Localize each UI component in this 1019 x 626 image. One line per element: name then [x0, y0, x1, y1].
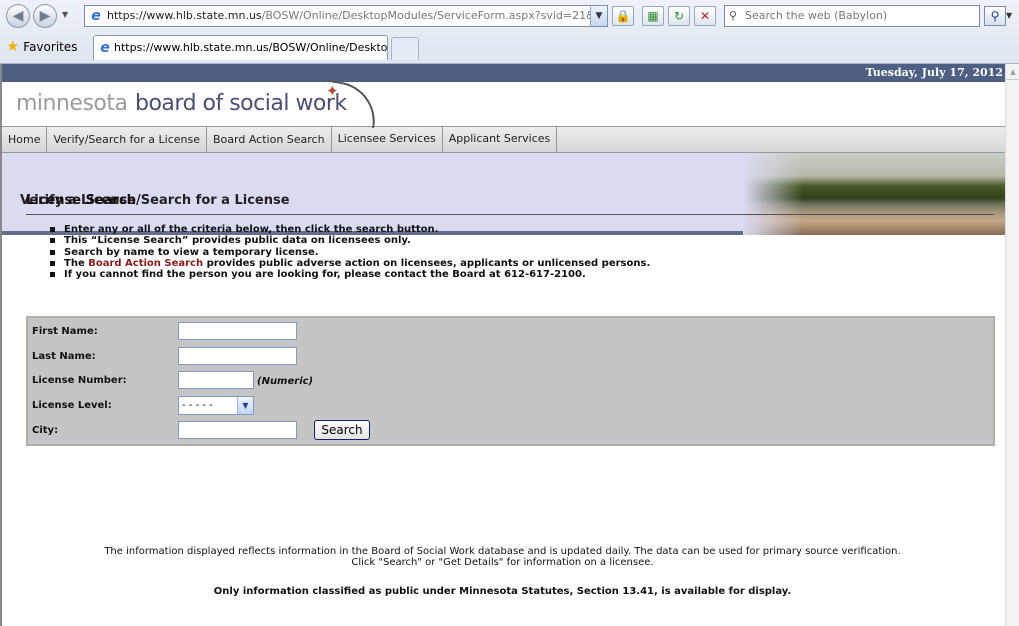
first-name-label: First Name: [32, 326, 98, 337]
compatibility-icon[interactable]: ▦ [642, 6, 664, 26]
license-number-input[interactable] [178, 371, 254, 389]
first-name-input[interactable] [178, 322, 297, 340]
page-banner: Verify a License/Search for a License [2, 153, 1005, 235]
browser-toolbar: ◀ ▶ ▼ e https://www.hlb.state.mn.us/BOSW… [0, 0, 1019, 64]
section-divider [26, 214, 994, 215]
list-item: If you cannot find the person you are lo… [50, 269, 650, 280]
list-item: This “License Search” provides public da… [50, 235, 650, 246]
back-icon[interactable]: ◀ [6, 4, 30, 28]
refresh-icon[interactable]: ↻ [668, 6, 690, 26]
menu-item-verify-search[interactable]: Verify/Search for a License [47, 127, 208, 152]
search-icon: ⚲ [729, 9, 738, 22]
address-dropdown-icon[interactable]: ▼ [590, 6, 607, 26]
list-item: Search by name to view a temporary licen… [50, 247, 650, 258]
list-item: The Board Action Search provides public … [50, 258, 650, 269]
ie-tab-icon: e [100, 40, 110, 56]
instructions-list: Enter any or all of the criteria below, … [50, 224, 650, 280]
list-item: Enter any or all of the criteria below, … [50, 224, 650, 235]
scroll-up-icon[interactable]: ▲ [1006, 64, 1019, 80]
search-button[interactable]: Search [314, 420, 370, 440]
last-name-input[interactable] [178, 347, 297, 365]
browser-tab[interactable]: e https://www.hlb.state.mn.us/BOSW/Onlin… [93, 35, 388, 60]
new-tab-button[interactable] [391, 37, 419, 60]
city-input[interactable] [178, 421, 297, 439]
section-title: License Search [26, 193, 136, 208]
board-action-search-link[interactable]: Board Action Search [88, 258, 203, 269]
site-logo[interactable]: minnesota board of social work ✦ [2, 79, 1005, 129]
numeric-hint: (Numeric) [257, 376, 314, 387]
main-menu: Home Verify/Search for a License Board A… [2, 126, 1005, 153]
stop-icon[interactable]: ✕ [694, 6, 716, 26]
city-label: City: [32, 425, 59, 436]
menu-item-licensee-services[interactable]: Licensee Services [332, 127, 443, 152]
chevron-down-icon: ▼ [237, 397, 253, 414]
logo-star-icon: ✦ [326, 82, 339, 100]
info-text-line3: Only information classified as public un… [213, 586, 792, 597]
logo-text-minnesota: minnesota [16, 91, 128, 116]
page-scrollbar[interactable]: ▲ [1005, 64, 1019, 626]
address-bar[interactable]: e https://www.hlb.state.mn.us/BOSW/Onlin… [84, 5, 608, 27]
history-dropdown-icon[interactable]: ▼ [62, 10, 68, 19]
info-text-line2: Click "Search" or "Get Details" for info… [351, 557, 654, 568]
forward-icon[interactable]: ▶ [33, 4, 57, 28]
star-icon: ★ [6, 37, 20, 55]
info-text-line1: The information displayed reflects infor… [104, 546, 901, 557]
menu-item-applicant-services[interactable]: Applicant Services [443, 127, 558, 152]
favorites-button[interactable]: ★ Favorites [6, 38, 78, 55]
ie-page-icon: e [91, 8, 101, 24]
search-options-icon[interactable]: ▼ [1006, 6, 1018, 26]
last-name-label: Last Name: [32, 351, 96, 362]
license-search-form: First Name: Last Name: License Number: (… [26, 316, 995, 446]
license-level-label: License Level: [32, 400, 112, 411]
date-bar: Tuesday, July 17, 2012 [2, 64, 1005, 82]
menu-item-board-action-search[interactable]: Board Action Search [207, 127, 332, 152]
logo-text-board: board of social work [135, 91, 347, 116]
menu-item-home[interactable]: Home [2, 127, 48, 152]
banner-lake-photo [743, 153, 1005, 235]
license-number-label: License Number: [32, 375, 127, 386]
lock-icon[interactable]: 🔒 [612, 6, 634, 26]
license-level-select[interactable]: - - - - - ▼ [178, 396, 254, 415]
web-search-input[interactable]: ⚲ Search the web (Babylon) [724, 5, 980, 27]
search-go-icon[interactable]: ⚲ [984, 6, 1006, 26]
